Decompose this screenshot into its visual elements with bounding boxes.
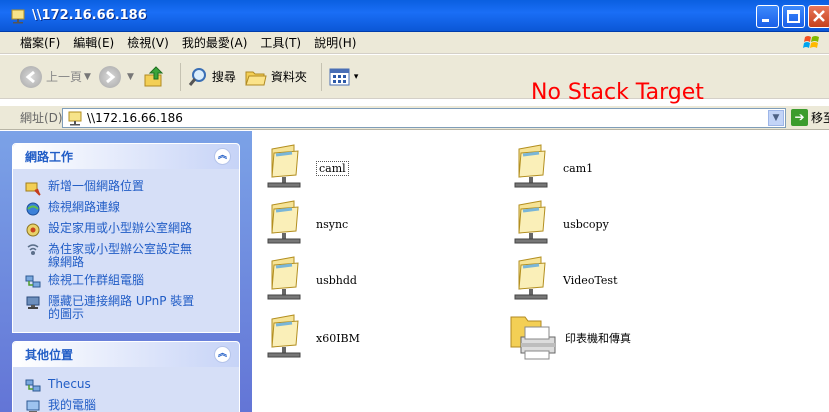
printer-folder-icon: [510, 316, 556, 360]
share-item[interactable]: VideoTest: [507, 255, 618, 305]
task-setup-home-network[interactable]: 設定家用或小型辦公室網路: [13, 219, 239, 240]
forward-dropdown-icon[interactable]: ▼: [127, 72, 134, 82]
menu-file[interactable]: 檔案(F): [20, 34, 60, 51]
back-button[interactable]: 上一頁 ▼: [20, 65, 91, 88]
address-dropdown-icon[interactable]: ▼: [768, 110, 784, 126]
minimize-icon: [762, 19, 769, 22]
share-label: usbhdd: [316, 273, 357, 287]
go-button[interactable]: ➔ 移至: [791, 109, 829, 126]
views-button[interactable]: ▾: [328, 66, 359, 88]
task-view-workgroup-computers[interactable]: 檢視工作群組電腦: [13, 271, 239, 292]
forward-button[interactable]: ▼: [98, 65, 134, 88]
title-bar[interactable]: \\172.16.66.186: [0, 0, 829, 32]
place-my-computer[interactable]: 我的電腦: [13, 396, 239, 412]
close-button[interactable]: [808, 5, 829, 28]
views-dropdown-icon[interactable]: ▾: [354, 72, 359, 82]
address-field[interactable]: \\172.16.66.186 ▼: [62, 108, 786, 128]
share-label: usbcopy: [563, 217, 609, 231]
task-hide-upnp-icons[interactable]: 隱藏已連接網路 UPnP 裝置 的圖示: [13, 292, 239, 323]
network-tasks-title: 網路工作: [25, 150, 74, 164]
shared-folder-icon: [267, 256, 301, 300]
menu-tools[interactable]: 工具(T): [260, 34, 301, 51]
other-places-title: 其他位置: [25, 348, 74, 362]
up-button[interactable]: [142, 65, 166, 89]
toolbar-separator: [179, 62, 181, 91]
up-folder-icon: [144, 65, 164, 86]
task-view-network-connections[interactable]: 檢視網路連線: [13, 198, 239, 219]
search-label: 搜尋: [211, 70, 236, 84]
share-item[interactable]: caml: [260, 143, 349, 193]
back-label: 上一頁: [46, 70, 83, 84]
collapse-chevron-icon[interactable]: ︽: [214, 148, 231, 165]
task-setup-wireless-network[interactable]: 為住家或小型辦公室設定無 線網路: [13, 240, 239, 271]
shared-folder-icon: [514, 144, 548, 188]
add-network-place-icon: [25, 182, 41, 196]
network-folder-icon: [68, 111, 82, 126]
share-item[interactable]: x60IBM: [260, 313, 360, 363]
task-add-network-place[interactable]: 新增一個網路位置: [13, 177, 239, 198]
windows-logo-icon: [803, 36, 819, 48]
address-value: \\172.16.66.186: [87, 111, 183, 125]
toolbar-separator: [320, 62, 322, 91]
menu-view[interactable]: 檢視(V): [127, 34, 169, 51]
folders-button[interactable]: 資料夾: [244, 66, 307, 88]
views-icon: [329, 68, 350, 85]
share-label: nsync: [316, 217, 349, 231]
setup-network-icon: [26, 223, 40, 237]
shared-folder-icon: [514, 256, 548, 300]
maximize-icon: [787, 10, 800, 23]
network-tasks-header[interactable]: 網路工作 ︽: [13, 144, 239, 169]
shared-folder-icon: [267, 314, 301, 358]
printers-and-faxes-label: 印表機和傳真: [565, 332, 631, 345]
go-label: 移至: [811, 111, 829, 125]
folders-icon: [245, 71, 267, 85]
menu-edit[interactable]: 編輯(E): [73, 34, 114, 51]
workgroup-icon: [25, 379, 41, 392]
folder-view: caml cam1 nsync usbcopy usbhdd VideoTest…: [252, 131, 829, 412]
my-computer-icon: [26, 400, 40, 412]
network-folder-icon: [11, 9, 25, 24]
wireless-network-icon: [27, 244, 39, 255]
forward-arrow-icon: [98, 65, 121, 88]
share-label: cam1: [563, 161, 594, 175]
no-stack-target-overlay: No Stack Target: [531, 80, 704, 105]
address-bar: 網址(D) \\172.16.66.186 ▼ ➔ 移至: [0, 106, 829, 130]
window-title: \\172.16.66.186: [32, 8, 147, 23]
shared-folder-icon: [267, 200, 301, 244]
menu-help[interactable]: 說明(H): [314, 34, 356, 51]
maximize-button[interactable]: [782, 5, 805, 28]
share-item[interactable]: usbcopy: [507, 199, 609, 249]
network-tasks-panel: 網路工作 ︽ 新增一個網路位置 檢視網路連線 設定家用或小型辦公室網路 為住家或…: [12, 143, 240, 333]
workgroup-computers-icon: [25, 275, 41, 288]
network-connections-icon: [26, 202, 40, 216]
close-icon: [813, 10, 825, 22]
upnp-device-icon: [26, 296, 40, 309]
shared-folder-icon: [267, 144, 301, 188]
share-label: VideoTest: [563, 273, 618, 287]
share-item[interactable]: usbhdd: [260, 255, 357, 305]
folders-label: 資料夾: [270, 70, 307, 84]
task-pane: 網路工作 ︽ 新增一個網路位置 檢視網路連線 設定家用或小型辦公室網路 為住家或…: [0, 131, 252, 412]
share-label: x60IBM: [316, 331, 360, 345]
toolbar: 上一頁 ▼ ▼ 搜尋 資料夾 ▾ No Stack Target: [0, 55, 829, 105]
other-places-panel: 其他位置 ︽ Thecus 我的電腦: [12, 341, 240, 412]
share-item[interactable]: cam1: [507, 143, 593, 193]
collapse-chevron-icon[interactable]: ︽: [214, 346, 231, 363]
menu-bar: 檔案(F) 編輯(E) 檢視(V) 我的最愛(A) 工具(T) 說明(H): [0, 32, 829, 54]
share-item[interactable]: nsync: [260, 199, 348, 249]
back-arrow-icon: [20, 65, 42, 88]
share-label: caml: [316, 160, 349, 176]
search-icon: [188, 67, 206, 86]
minimize-button[interactable]: [756, 5, 779, 28]
back-dropdown-icon[interactable]: ▼: [84, 72, 91, 82]
go-arrow-icon: ➔: [791, 109, 808, 126]
place-thecus[interactable]: Thecus: [13, 375, 239, 396]
search-button[interactable]: 搜尋: [187, 66, 236, 88]
shared-folder-icon: [514, 200, 548, 244]
menu-favorites[interactable]: 我的最愛(A): [182, 34, 248, 51]
printers-and-faxes-item[interactable]: 印表機和傳真: [507, 313, 631, 363]
address-label: 網址(D): [20, 111, 63, 125]
other-places-header[interactable]: 其他位置 ︽: [13, 342, 239, 367]
